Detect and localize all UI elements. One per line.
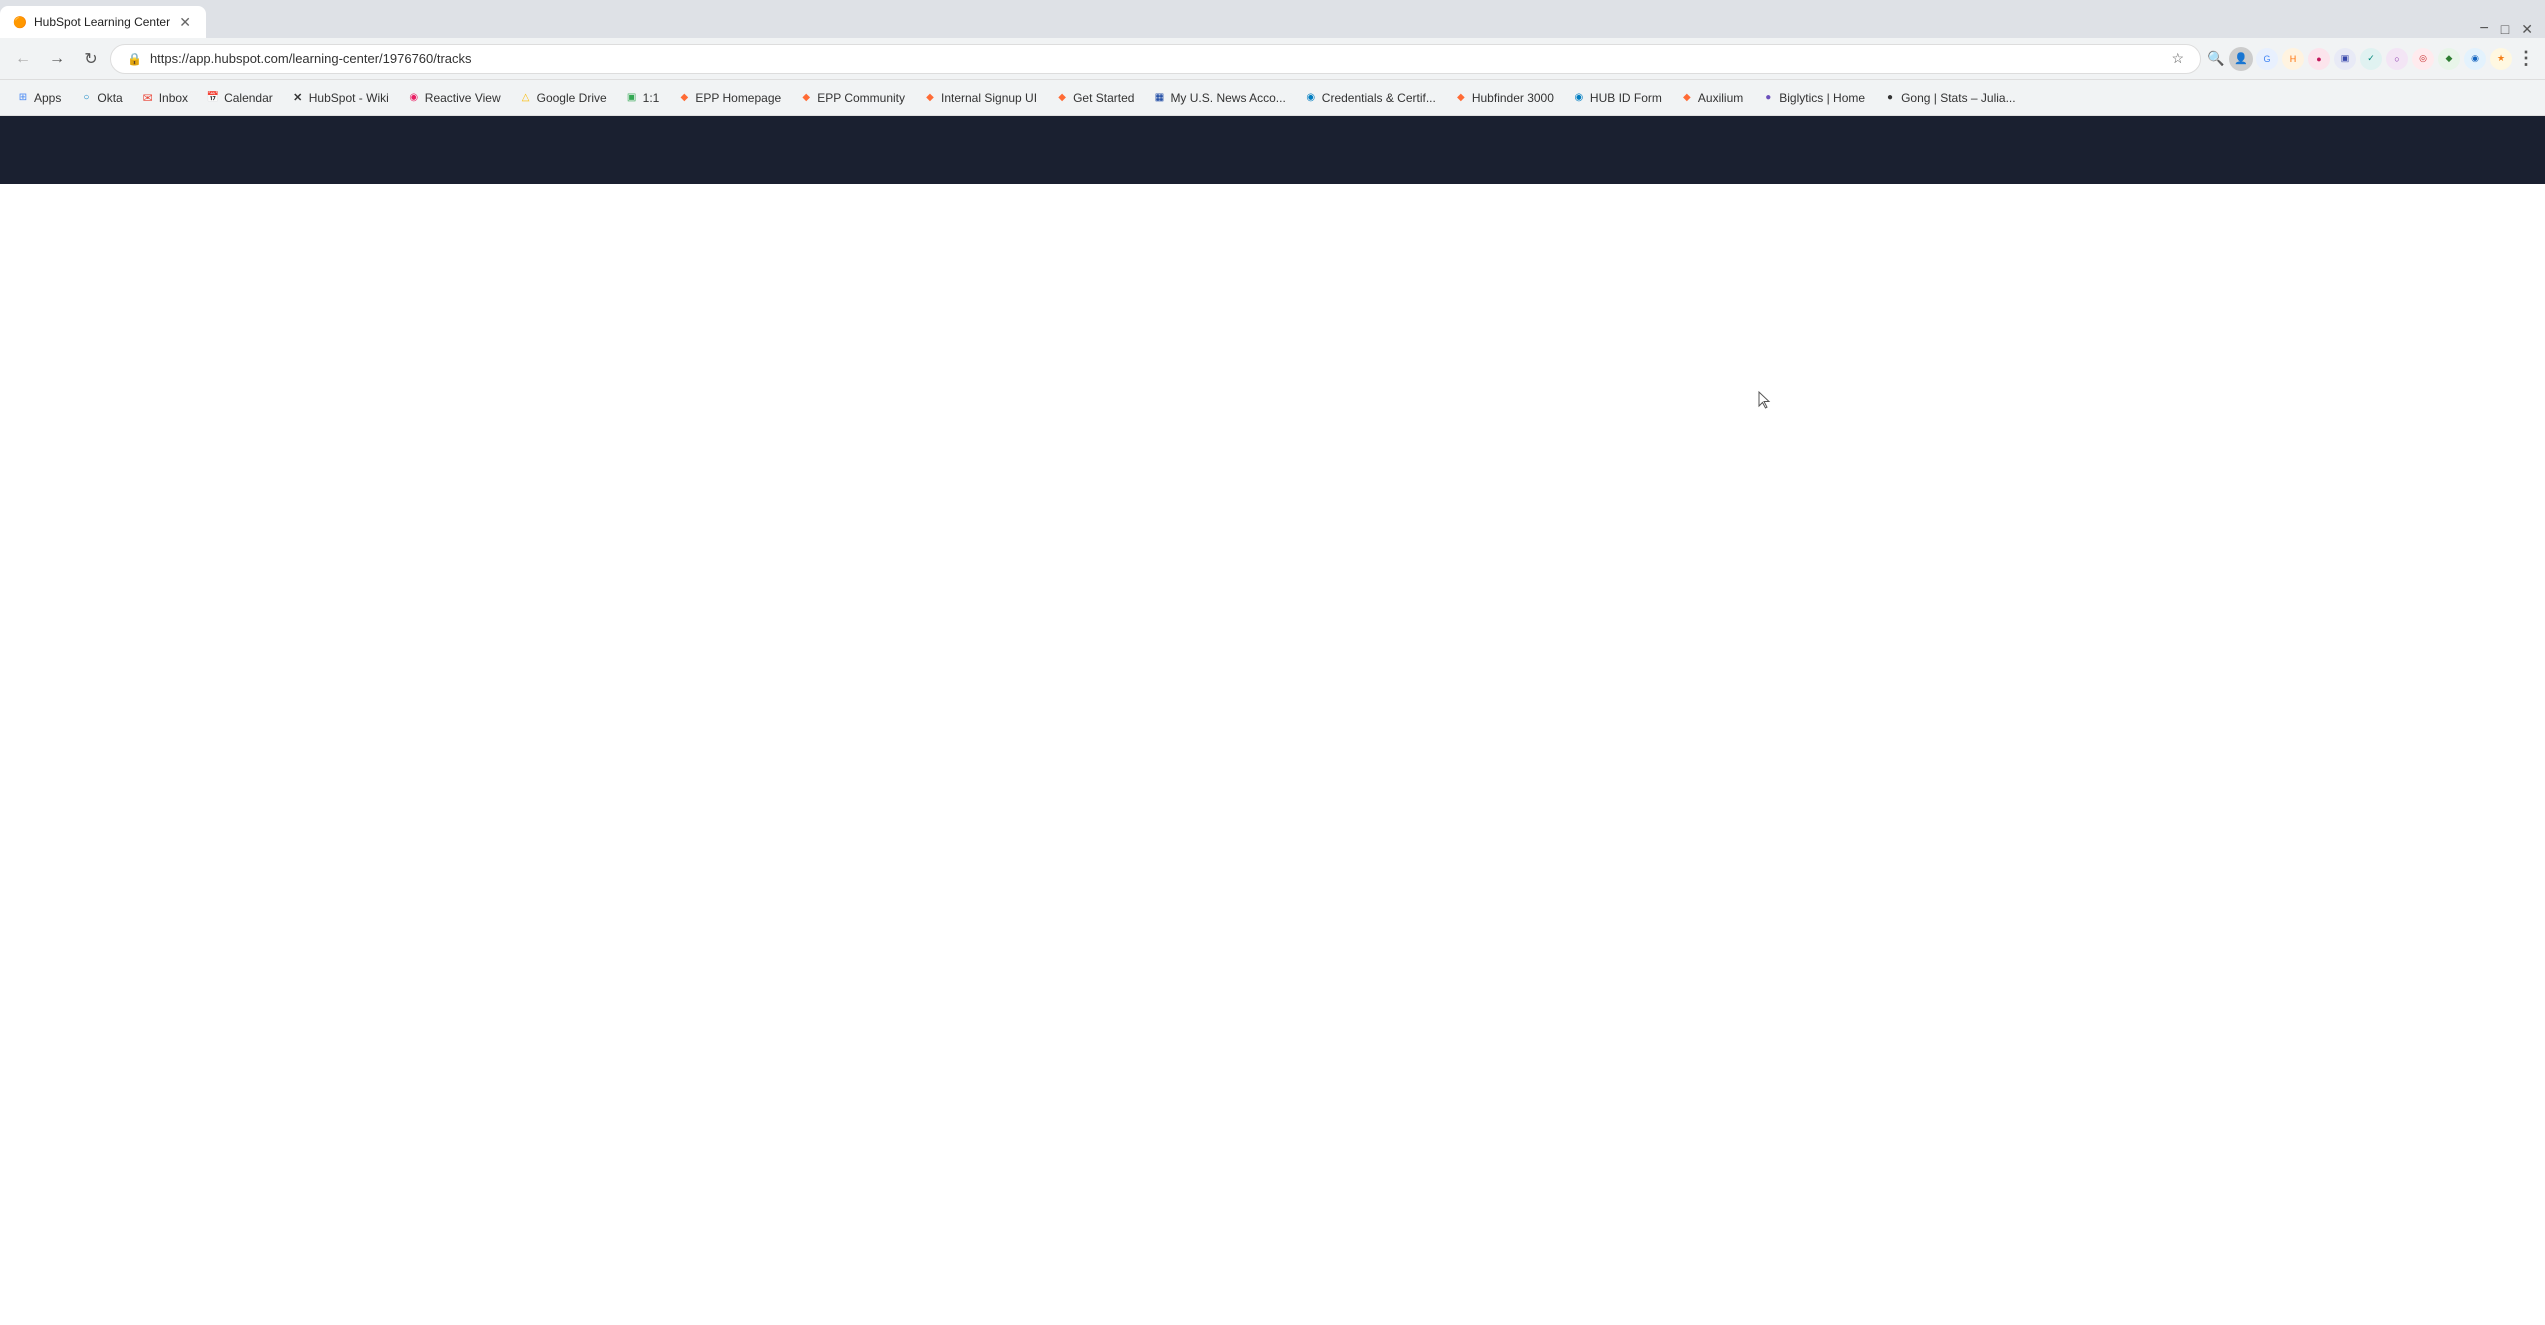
lock-icon: 🔒 <box>127 52 142 66</box>
bookmark-label-internal-signup: Internal Signup UI <box>941 91 1037 105</box>
bookmark-favicon-reactive-view: ◉ <box>407 91 421 105</box>
search-icon[interactable]: 🔍 <box>2205 48 2227 70</box>
bookmark-label-auxilium: Auxilium <box>1698 91 1743 105</box>
app-header <box>0 116 2545 184</box>
bookmark-label-hubfinder: Hubfinder 3000 <box>1472 91 1554 105</box>
reload-button[interactable]: ↻ <box>76 44 106 74</box>
bookmark-label-biglytics: Biglytics | Home <box>1779 91 1865 105</box>
bookmark-label-credentials: Credentials & Certif... <box>1322 91 1436 105</box>
url-text: https://app.hubspot.com/learning-center/… <box>150 51 2163 66</box>
bookmark-hub-id-form[interactable]: ◉ HUB ID Form <box>1564 85 1670 111</box>
bookmark-label-1-1: 1:1 <box>643 91 660 105</box>
bookmark-favicon-okta: ○ <box>79 91 93 105</box>
tab-bar: 🟠 HubSpot Learning Center ✕ − □ ✕ <box>0 0 2545 38</box>
bookmark-favicon-hubfinder: ◆ <box>1454 91 1468 105</box>
bookmark-favicon-auxilium: ◆ <box>1680 91 1694 105</box>
bookmark-label-epp-homepage: EPP Homepage <box>695 91 781 105</box>
bookmark-favicon-google-drive: △ <box>519 91 533 105</box>
bookmark-reactive-view[interactable]: ◉ Reactive View <box>399 85 509 111</box>
bookmark-favicon-biglytics: ● <box>1761 91 1775 105</box>
ext-icon-9[interactable]: ◉ <box>2464 48 2486 70</box>
star-icon[interactable]: ☆ <box>2171 50 2184 67</box>
navigation-bar: ← → ↻ 🔒 https://app.hubspot.com/learning… <box>0 38 2545 80</box>
bookmark-favicon-epp-homepage: ◆ <box>677 91 691 105</box>
ext-icon-10[interactable]: ★ <box>2490 48 2512 70</box>
bookmark-favicon-us-news: ▦ <box>1152 91 1166 105</box>
bookmark-favicon-credentials: ◉ <box>1304 91 1318 105</box>
bookmark-label-apps: Apps <box>34 91 61 105</box>
bookmark-get-started[interactable]: ◆ Get Started <box>1047 85 1142 111</box>
bookmark-favicon-apps: ⊞ <box>16 91 30 105</box>
ext-icon-1[interactable]: G <box>2256 48 2278 70</box>
bookmark-favicon-get-started: ◆ <box>1055 91 1069 105</box>
bookmark-favicon-hubspot-wiki: ✕ <box>291 91 305 105</box>
bookmark-biglytics[interactable]: ● Biglytics | Home <box>1753 85 1873 111</box>
bookmark-label-hub-id-form: HUB ID Form <box>1590 91 1662 105</box>
main-content <box>0 184 2545 1325</box>
back-button[interactable]: ← <box>8 44 38 74</box>
bookmark-okta[interactable]: ○ Okta <box>71 85 130 111</box>
more-options-icon[interactable]: ⋮ <box>2515 48 2537 70</box>
bookmark-1-1[interactable]: ▣ 1:1 <box>617 85 668 111</box>
bookmark-apps[interactable]: ⊞ Apps <box>8 85 69 111</box>
bookmark-gong-stats[interactable]: ● Gong | Stats – Julia... <box>1875 85 2024 111</box>
bookmark-epp-homepage[interactable]: ◆ EPP Homepage <box>669 85 789 111</box>
maximize-icon[interactable]: □ <box>2497 21 2513 37</box>
bookmark-label-get-started: Get Started <box>1073 91 1134 105</box>
ext-icon-4[interactable]: ▣ <box>2334 48 2356 70</box>
bookmark-internal-signup[interactable]: ◆ Internal Signup UI <box>915 85 1045 111</box>
nav-right-icons: 🔍 👤 G H ● ▣ ✓ ○ ◎ ◆ ◉ ★ ⋮ <box>2205 47 2537 71</box>
bookmark-credentials[interactable]: ◉ Credentials & Certif... <box>1296 85 1444 111</box>
bookmark-label-reactive-view: Reactive View <box>425 91 501 105</box>
ext-icon-6[interactable]: ○ <box>2386 48 2408 70</box>
bookmark-favicon-internal-signup: ◆ <box>923 91 937 105</box>
bookmark-calendar[interactable]: 📅 Calendar <box>198 85 281 111</box>
bookmark-label-okta: Okta <box>97 91 122 105</box>
bookmark-favicon-calendar: 📅 <box>206 91 220 105</box>
profile-menu-icon[interactable]: 👤 <box>2229 47 2253 71</box>
tab-favicon-active: 🟠 <box>12 14 28 30</box>
bookmark-favicon-gong-stats: ● <box>1883 91 1897 105</box>
bookmark-label-epp-community: EPP Community <box>817 91 905 105</box>
bookmark-inbox[interactable]: ✉ Inbox <box>133 85 196 111</box>
bookmark-hubfinder[interactable]: ◆ Hubfinder 3000 <box>1446 85 1562 111</box>
bookmark-favicon-hub-id-form: ◉ <box>1572 91 1586 105</box>
bookmark-label-us-news: My U.S. News Acco... <box>1170 91 1285 105</box>
ext-icon-7[interactable]: ◎ <box>2412 48 2434 70</box>
minimize-icon[interactable]: − <box>2475 20 2492 38</box>
bookmark-auxilium[interactable]: ◆ Auxilium <box>1672 85 1751 111</box>
tab-title-active: HubSpot Learning Center <box>34 15 170 29</box>
bookmark-label-calendar: Calendar <box>224 91 273 105</box>
ext-icon-3[interactable]: ● <box>2308 48 2330 70</box>
address-bar[interactable]: 🔒 https://app.hubspot.com/learning-cente… <box>110 44 2201 74</box>
ext-icon-2[interactable]: H <box>2282 48 2304 70</box>
bookmark-label-hubspot-wiki: HubSpot - Wiki <box>309 91 389 105</box>
bookmark-epp-community[interactable]: ◆ EPP Community <box>791 85 913 111</box>
bookmark-label-inbox: Inbox <box>159 91 188 105</box>
tab-close-button[interactable]: ✕ <box>176 13 194 31</box>
bookmark-label-gong-stats: Gong | Stats – Julia... <box>1901 91 2016 105</box>
bookmark-favicon-1-1: ▣ <box>625 91 639 105</box>
forward-button[interactable]: → <box>42 44 72 74</box>
bookmark-google-drive[interactable]: △ Google Drive <box>511 85 615 111</box>
ext-icon-8[interactable]: ◆ <box>2438 48 2460 70</box>
close-window-icon[interactable]: ✕ <box>2517 21 2537 38</box>
bookmark-us-news[interactable]: ▦ My U.S. News Acco... <box>1144 85 1293 111</box>
active-tab[interactable]: 🟠 HubSpot Learning Center ✕ <box>0 6 206 38</box>
bookmark-favicon-epp-community: ◆ <box>799 91 813 105</box>
bookmarks-bar: ⊞ Apps ○ Okta ✉ Inbox 📅 Calendar ✕ HubSp… <box>0 80 2545 116</box>
bookmark-label-google-drive: Google Drive <box>537 91 607 105</box>
bookmark-hubspot-wiki[interactable]: ✕ HubSpot - Wiki <box>283 85 397 111</box>
ext-icon-5[interactable]: ✓ <box>2360 48 2382 70</box>
bookmark-favicon-inbox: ✉ <box>141 91 155 105</box>
